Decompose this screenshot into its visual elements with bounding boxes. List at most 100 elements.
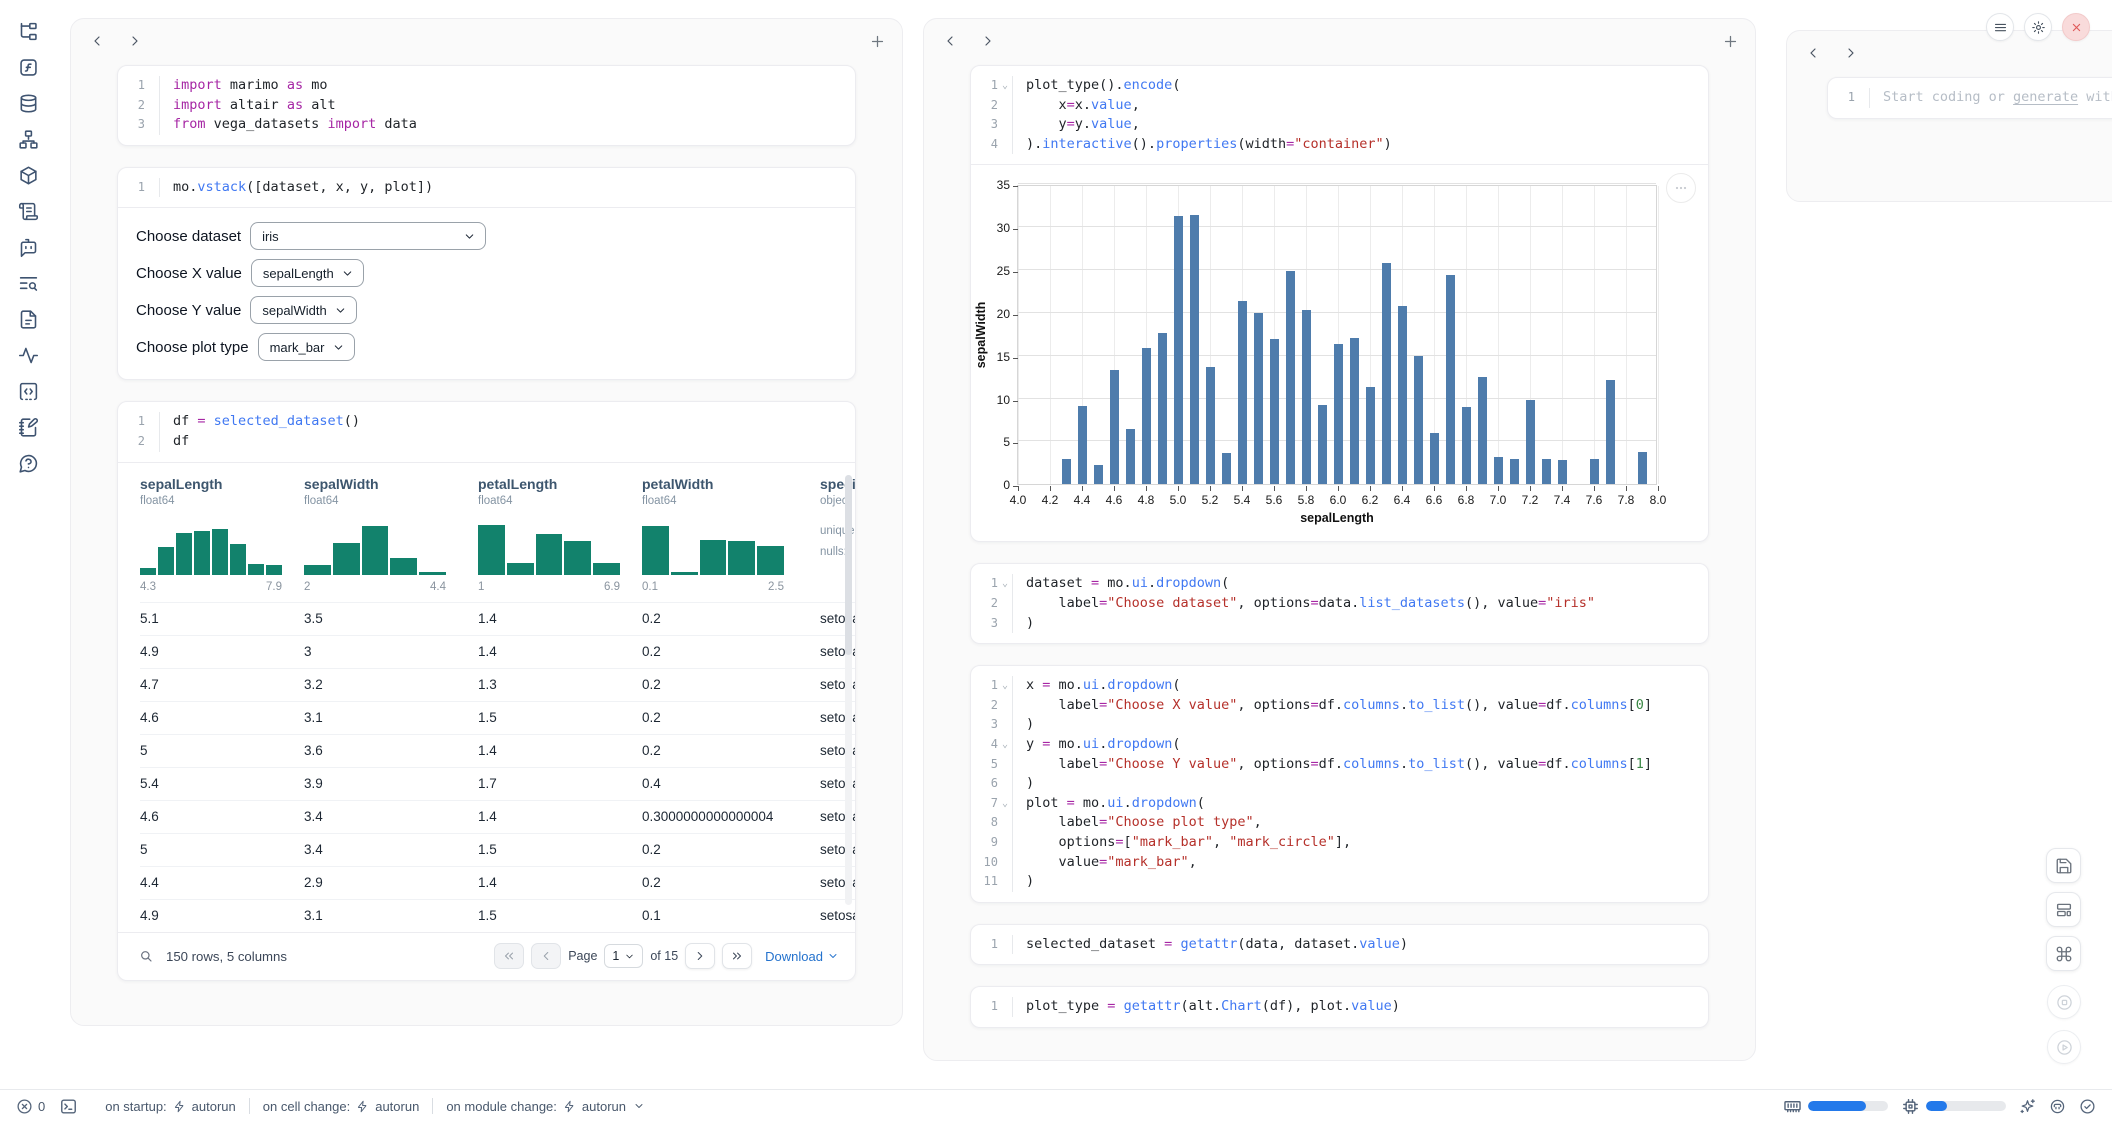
next-page-button[interactable]: [685, 943, 715, 969]
file-explorer-icon[interactable]: [18, 21, 39, 42]
table-scrollbar[interactable]: [845, 475, 852, 905]
chevron-right-icon: [693, 949, 707, 963]
page-number: 1: [612, 949, 619, 963]
runtime-config-1[interactable]: on cell change:autorun: [250, 1099, 433, 1114]
terminal-button[interactable]: [59, 1097, 78, 1116]
notebook-column-left: 1import marimo as mo2import altair as al…: [70, 18, 903, 1026]
chart-actions-button[interactable]: [1666, 173, 1696, 203]
data-sources-icon[interactable]: [18, 93, 39, 114]
table-body: 5.13.51.40.2setosa4.931.40.2setosa4.73.2…: [140, 602, 855, 932]
download-button[interactable]: Download: [765, 949, 839, 964]
snippets-icon[interactable]: [18, 381, 39, 402]
row-count-label: 150 rows, 5 columns: [166, 949, 287, 964]
menu-button[interactable]: [1986, 13, 2014, 41]
code-editor[interactable]: 1⌄plot_type().encode(2 x=x.value,3 y=y.v…: [971, 66, 1708, 164]
code-editor[interactable]: 1import marimo as mo2import altair as al…: [118, 66, 855, 145]
table-row: 5.43.91.70.4setosa: [140, 767, 855, 800]
side-toolbar: [2046, 848, 2081, 971]
table-row: 4.931.40.2setosa: [140, 635, 855, 668]
code-editor[interactable]: 1 Start coding or generate with AI: [1828, 78, 2112, 118]
packages-icon[interactable]: [18, 165, 39, 186]
vstack-output: Choose dataset iris Choose X valuesepalLen…: [118, 207, 855, 379]
dropdown-select[interactable]: sepalWidth: [250, 296, 356, 324]
last-page-button[interactable]: [722, 943, 752, 969]
generate-link[interactable]: generate: [2013, 89, 2078, 105]
close-app-button[interactable]: [2062, 13, 2090, 41]
table-row: 4.73.21.30.2setosa: [140, 668, 855, 701]
chevron-down-icon: [332, 341, 345, 354]
dropdown-row: Choose Y value sepalWidth: [136, 296, 837, 324]
dropdown-label: Choose dataset: [136, 228, 241, 245]
dropdown-label: Choose Y value: [136, 302, 241, 319]
chevron-right-icon[interactable]: [980, 33, 996, 49]
dependencies-icon[interactable]: [18, 129, 39, 150]
settings-button[interactable]: [2024, 13, 2052, 41]
runtime-config-2[interactable]: on module change:autorun: [433, 1099, 658, 1114]
documentation-icon[interactable]: [18, 309, 39, 330]
add-cell-button[interactable]: [1722, 33, 1739, 50]
save-button[interactable]: [2046, 848, 2081, 883]
ai-chat-icon[interactable]: [18, 237, 39, 258]
notebook-column-right: 1 Start coding or generate with AI: [1786, 30, 2112, 202]
help-icon[interactable]: [18, 453, 39, 474]
memory-icon: [1783, 1097, 1802, 1116]
scratchpad-icon[interactable]: [18, 417, 39, 438]
errors-indicator[interactable]: 0: [16, 1098, 45, 1115]
error-count: 0: [38, 1099, 45, 1114]
page-select[interactable]: 1: [604, 944, 643, 968]
ai-sparkles-button[interactable]: [2019, 1098, 2036, 1115]
run-button[interactable]: [2047, 1030, 2081, 1064]
logs-icon[interactable]: [18, 201, 39, 222]
search-icon[interactable]: [138, 948, 154, 964]
dropdown-select[interactable]: mark_bar: [258, 333, 355, 361]
column-header: [924, 19, 1755, 63]
first-page-button[interactable]: [494, 943, 524, 969]
zap-icon: [563, 1100, 576, 1113]
column-histogram: [642, 519, 784, 575]
prev-page-button[interactable]: [531, 943, 561, 969]
table-row: 4.42.91.40.2setosa: [140, 866, 855, 899]
column-header-petalWidth[interactable]: petalWidthfloat640.12.5: [642, 476, 820, 602]
chevron-right-icon[interactable]: [1843, 45, 1859, 61]
table-footer: 150 rows, 5 columns Page 1 of 15 Downloa…: [118, 932, 855, 980]
chevron-down-icon: [633, 1100, 645, 1112]
code-editor[interactable]: 1df = selected_dataset()2df: [118, 402, 855, 461]
chevron-down-icon: [463, 230, 476, 243]
outline-icon[interactable]: [18, 273, 39, 294]
chevron-down-icon: [827, 950, 839, 962]
chevron-left-icon[interactable]: [89, 33, 105, 49]
code-editor[interactable]: 1⌄dataset = mo.ui.dropdown(2 label="Choo…: [971, 564, 1708, 643]
bar-chart: sepalWidth 4.04.24.44.64.85.05.25.45.65.…: [1017, 185, 1657, 525]
zap-icon: [356, 1100, 369, 1113]
dropdown-row: Choose X valuesepalLength: [136, 259, 837, 287]
runtime-config-0[interactable]: on startup:autorun: [92, 1099, 249, 1114]
column-header-petalLength[interactable]: petalLengthfloat6416.9: [478, 476, 642, 602]
dropdown-select[interactable]: sepalLength: [251, 259, 364, 287]
column-header-sepalWidth[interactable]: sepalWidthfloat6424.4: [304, 476, 478, 602]
column-header: [71, 19, 902, 63]
code-editor[interactable]: 1mo.vstack([dataset, x, y, plot]): [118, 168, 855, 208]
dropdown-row: Choose plot typemark_bar: [136, 333, 837, 361]
dropdown-select[interactable]: iris: [250, 222, 486, 250]
chevron-left-icon: [539, 949, 553, 963]
layout-button[interactable]: [2046, 892, 2081, 927]
code-editor[interactable]: 1selected_dataset = getattr(data, datase…: [971, 925, 1708, 965]
cell-chart: 1⌄plot_type().encode(2 x=x.value,3 y=y.v…: [970, 65, 1709, 542]
code-editor[interactable]: 1⌄x = mo.ui.dropdown(2 label="Choose X v…: [971, 666, 1708, 902]
cpu-icon: [1901, 1097, 1920, 1116]
connection-status-icon[interactable]: [2079, 1098, 2096, 1115]
chevron-left-icon[interactable]: [1805, 45, 1821, 61]
copilot-button[interactable]: [2049, 1098, 2066, 1115]
variables-icon[interactable]: [18, 57, 39, 78]
stop-button[interactable]: [2047, 985, 2081, 1019]
code-editor[interactable]: 1plot_type = getattr(alt.Chart(df), plot…: [971, 987, 1708, 1027]
chevron-left-icon[interactable]: [942, 33, 958, 49]
chart-plot[interactable]: 4.04.24.44.64.85.05.25.45.65.86.06.26.46…: [1017, 185, 1657, 485]
add-cell-button[interactable]: [869, 33, 886, 50]
tracing-icon[interactable]: [18, 345, 39, 366]
chevron-right-icon[interactable]: [127, 33, 143, 49]
cell-selected-dataset: 1selected_dataset = getattr(data, datase…: [970, 924, 1709, 966]
keyboard-shortcuts-button[interactable]: [2046, 936, 2081, 971]
column-header-sepalLength[interactable]: sepalLengthfloat644.37.9: [140, 476, 304, 602]
cell-xy-plot-dropdowns: 1⌄x = mo.ui.dropdown(2 label="Choose X v…: [970, 665, 1709, 903]
